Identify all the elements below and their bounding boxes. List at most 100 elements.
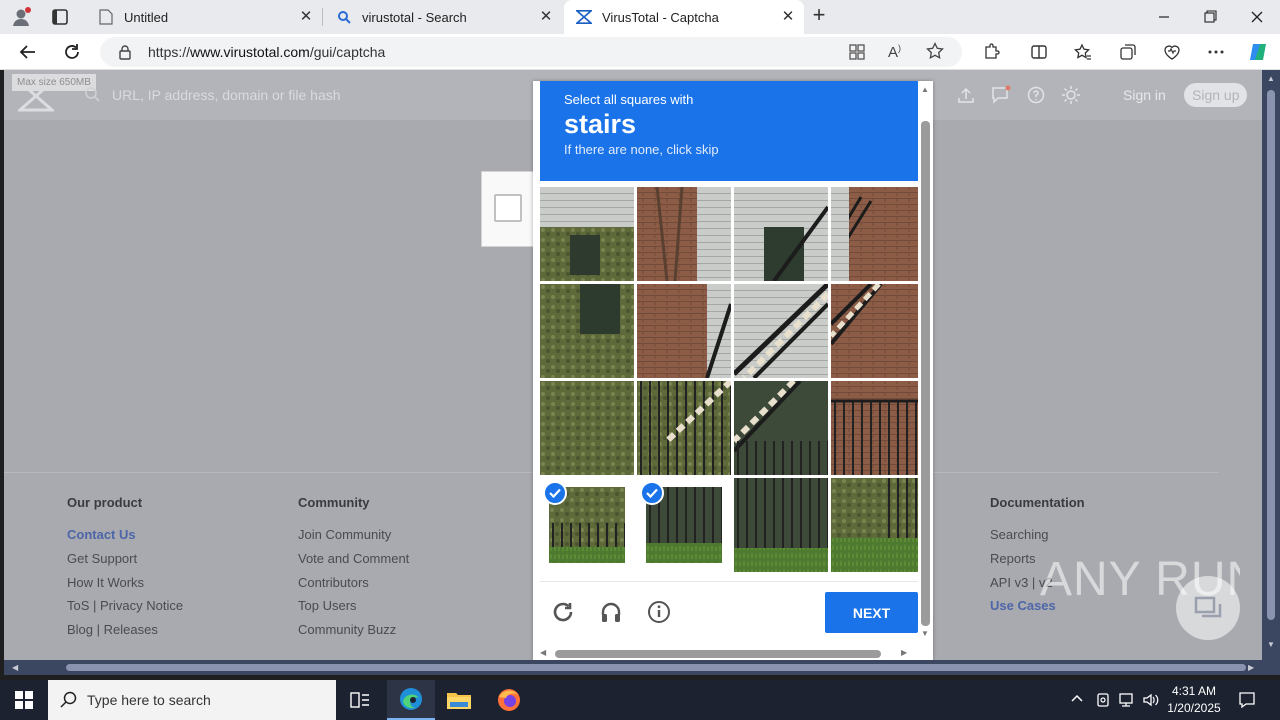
close-window-button[interactable] xyxy=(1243,7,1271,27)
footer-link-community-buzz[interactable]: Community Buzz xyxy=(298,622,396,637)
captcha-tile[interactable] xyxy=(734,381,828,475)
tab-virustotal-captcha[interactable]: VirusTotal - Captcha ✕ xyxy=(564,0,804,34)
captcha-vertical-scrollbar[interactable]: ▲ ▼ xyxy=(918,81,933,646)
taskbar-clock[interactable]: 4:31 AM 1/20/2025 xyxy=(1164,683,1224,717)
scroll-thumb[interactable] xyxy=(1267,90,1275,620)
volume-icon[interactable] xyxy=(1142,692,1160,713)
footer-link-get-support[interactable]: Get Support xyxy=(67,551,137,566)
restore-button[interactable] xyxy=(1196,7,1224,27)
captcha-anchor xyxy=(481,171,535,247)
refresh-icon[interactable] xyxy=(549,598,577,626)
firefox-icon[interactable] xyxy=(485,680,533,720)
captcha-tile[interactable] xyxy=(637,284,731,378)
captcha-tile[interactable] xyxy=(540,381,634,475)
tab-untitled[interactable]: Untitled ✕ xyxy=(86,0,322,34)
scroll-left-arrow-icon[interactable]: ◀ xyxy=(540,648,546,657)
scroll-thumb[interactable] xyxy=(921,121,930,626)
footer-link-reports[interactable]: Reports xyxy=(990,551,1036,566)
close-icon[interactable]: ✕ xyxy=(780,9,796,25)
browser-essentials-icon[interactable] xyxy=(1156,36,1188,68)
scroll-right-arrow-icon[interactable]: ▶ xyxy=(901,648,907,657)
captcha-tile[interactable] xyxy=(540,187,634,281)
read-aloud-icon[interactable]: A) xyxy=(888,43,901,61)
help-icon[interactable] xyxy=(1026,85,1046,105)
search-input[interactable]: URL, IP address, domain or file hash xyxy=(112,87,341,103)
new-tab-button[interactable]: + xyxy=(808,4,830,27)
collections-icon[interactable] xyxy=(1112,36,1144,68)
scroll-left-arrow-icon[interactable]: ◀ xyxy=(12,663,18,672)
tab-separator xyxy=(322,8,323,26)
refresh-button[interactable] xyxy=(56,36,88,68)
copilot-icon[interactable] xyxy=(1242,36,1274,68)
page-vertical-scrollbar[interactable]: ▲ ▼ xyxy=(1262,70,1280,675)
captcha-tile[interactable] xyxy=(540,284,634,378)
footer-link-vote-comment[interactable]: Vote and Comment xyxy=(298,551,409,566)
next-button[interactable]: NEXT xyxy=(825,592,918,633)
footer-link-contributors[interactable]: Contributors xyxy=(298,575,369,590)
task-view-icon[interactable] xyxy=(336,680,384,720)
captcha-tile[interactable] xyxy=(734,478,828,572)
taskbar-search-box[interactable]: Type here to search xyxy=(48,680,336,720)
captcha-tile[interactable] xyxy=(831,381,925,475)
scroll-up-arrow-icon[interactable]: ▲ xyxy=(921,85,929,94)
captcha-tile[interactable] xyxy=(831,284,925,378)
footer-link-tos-privacy[interactable]: ToS | Privacy Notice xyxy=(67,598,183,613)
captcha-tile[interactable] xyxy=(831,187,925,281)
upload-icon[interactable] xyxy=(956,85,976,105)
split-screen-icon[interactable] xyxy=(1023,36,1055,68)
tab-strip: Untitled ✕ virustotal - Search ✕ VirusTo… xyxy=(0,0,1280,34)
tab-actions-icon[interactable] xyxy=(50,7,70,27)
scroll-thumb[interactable] xyxy=(66,664,1246,671)
profile-icon[interactable] xyxy=(10,6,32,28)
captcha-instruction: Select all squares with xyxy=(564,92,694,107)
anyrun-logo: ANY RUN xyxy=(1040,553,1261,606)
minimize-button[interactable] xyxy=(1150,7,1178,27)
favorites-icon[interactable] xyxy=(1067,36,1099,68)
info-icon[interactable] xyxy=(645,598,673,626)
app-available-icon[interactable] xyxy=(848,43,866,66)
page-horizontal-scrollbar[interactable]: ◀ ▶ xyxy=(4,660,1262,675)
scroll-down-arrow-icon[interactable]: ▼ xyxy=(1267,640,1275,649)
url-text: https://www.virustotal.com/gui/captcha xyxy=(148,44,385,60)
audio-challenge-icon[interactable] xyxy=(597,598,625,626)
edge-taskbar-icon[interactable] xyxy=(387,680,435,720)
captcha-tile-selected[interactable] xyxy=(637,478,731,572)
more-menu-icon[interactable] xyxy=(1200,36,1232,68)
captcha-checkbox[interactable] xyxy=(494,194,522,222)
favorite-star-icon[interactable] xyxy=(926,41,944,65)
scroll-up-arrow-icon[interactable]: ▲ xyxy=(1267,74,1275,83)
captcha-tile[interactable] xyxy=(637,381,731,475)
network-icon[interactable] xyxy=(1118,692,1136,713)
sign-in-link[interactable]: Sign in xyxy=(1123,87,1166,103)
scroll-thumb[interactable] xyxy=(555,650,881,658)
captcha-tile[interactable] xyxy=(734,284,828,378)
captcha-tile[interactable] xyxy=(637,187,731,281)
captcha-tile[interactable] xyxy=(734,187,828,281)
footer-link-how-it-works[interactable]: How It Works xyxy=(67,575,144,590)
show-hidden-icons-icon[interactable] xyxy=(1070,692,1084,709)
footer-link-blog-releases[interactable]: Blog | Releases xyxy=(67,622,158,637)
file-explorer-icon[interactable] xyxy=(435,680,483,720)
chat-icon[interactable] xyxy=(991,85,1011,105)
address-bar[interactable]: https://www.virustotal.com/gui/captcha A… xyxy=(100,37,962,67)
close-icon[interactable]: ✕ xyxy=(298,9,314,25)
captcha-tile[interactable] xyxy=(831,478,925,572)
extensions-icon[interactable] xyxy=(975,36,1007,68)
notifications-icon[interactable] xyxy=(1238,691,1256,714)
close-icon[interactable]: ✕ xyxy=(538,9,554,25)
sign-up-button[interactable]: Sign up xyxy=(1184,83,1248,107)
captcha-horizontal-scrollbar[interactable]: ◀ ▶ xyxy=(533,646,918,661)
scroll-down-arrow-icon[interactable]: ▼ xyxy=(921,629,929,638)
footer-link-top-users[interactable]: Top Users xyxy=(298,598,357,613)
back-button[interactable] xyxy=(12,36,44,68)
theme-toggle-icon[interactable] xyxy=(1061,85,1081,105)
footer-link-join-community[interactable]: Join Community xyxy=(298,527,391,542)
checkmark-icon xyxy=(640,481,664,505)
tab-virustotal-search[interactable]: virustotal - Search ✕ xyxy=(324,0,562,34)
lock-icon[interactable] xyxy=(118,44,132,65)
captcha-tile-selected[interactable] xyxy=(540,478,634,572)
scroll-right-arrow-icon[interactable]: ▶ xyxy=(1248,663,1254,672)
start-button[interactable] xyxy=(0,680,48,720)
footer-link-contact-us[interactable]: Contact Us xyxy=(67,527,136,542)
device-icon[interactable] xyxy=(1095,692,1111,713)
